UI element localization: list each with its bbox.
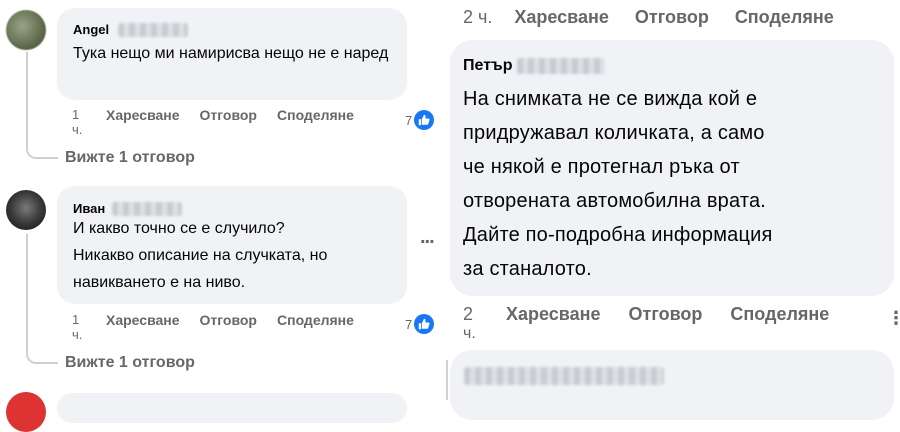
see-replies-link[interactable]: Вижте 1 отговор xyxy=(65,149,195,167)
blurred-surname xyxy=(516,57,605,74)
comment-text-line: И какво точно се е случило? xyxy=(73,220,285,237)
reply-button[interactable]: Отговор xyxy=(629,304,703,325)
avatar[interactable] xyxy=(6,190,46,230)
like-button[interactable]: Харесване xyxy=(106,312,180,328)
comment-text-line: Никакво описание на случката, но xyxy=(73,247,328,264)
comment-text: Тука нещо ми намирисва нещо не е наред xyxy=(73,45,389,62)
comment-bubble xyxy=(450,350,894,420)
comment-text: На снимката не се вижда кой е придружава… xyxy=(463,88,773,280)
share-button[interactable]: Споделяне xyxy=(277,312,354,328)
comment-bubble: Иван И какво точно се е случило? Никакво… xyxy=(57,186,407,304)
avatar[interactable] xyxy=(6,392,46,432)
blurred-author-name xyxy=(464,367,664,385)
like-count[interactable]: 7 xyxy=(405,314,435,334)
comment-bubble: Angel Тука нещо ми намирисва нещо не е н… xyxy=(57,8,407,100)
share-button[interactable]: Споделяне xyxy=(277,107,354,123)
comment-actions: Харесване Отговор Споделяне xyxy=(106,312,354,328)
share-button[interactable]: Споделяне xyxy=(730,304,829,325)
comment-time[interactable]: 2 ч. xyxy=(463,7,492,28)
like-thumb-icon xyxy=(414,314,435,334)
reply-button[interactable]: Отговор xyxy=(635,7,709,28)
more-dots-icon[interactable]: ⋮ xyxy=(887,308,900,329)
like-button[interactable]: Харесване xyxy=(514,7,609,28)
reply-button[interactable]: Отговор xyxy=(200,312,257,328)
like-count[interactable]: 7 xyxy=(405,110,435,130)
comment-actions: Харесване Отговор Споделяне xyxy=(106,107,354,123)
blurred-surname xyxy=(117,22,188,37)
comment-actions: Харесване Отговор Споделяне xyxy=(506,304,829,325)
comment-bubble xyxy=(57,393,407,423)
like-thumb-icon xyxy=(414,110,435,130)
comment-text-line: навикването е на ниво. xyxy=(73,274,246,291)
avatar[interactable] xyxy=(6,10,46,50)
share-button[interactable]: Споделяне xyxy=(735,7,834,28)
comment-actions: 2 ч. Харесване Отговор Споделяне xyxy=(463,7,834,28)
comment-author[interactable]: Angel xyxy=(73,22,109,37)
more-dots-icon[interactable]: ... xyxy=(420,226,435,249)
comment-author[interactable]: Петър xyxy=(463,57,512,74)
thread-connector xyxy=(26,234,58,364)
thread-connector xyxy=(26,52,58,159)
like-button[interactable]: Харесване xyxy=(506,304,601,325)
thread-connector xyxy=(446,360,448,400)
comment-bubble: Петър На снимката не се вижда кой е прид… xyxy=(450,40,894,296)
comment-time[interactable]: 1 ч. xyxy=(72,107,86,137)
reply-button[interactable]: Отговор xyxy=(200,107,257,123)
comment-time[interactable]: 2 ч. xyxy=(463,304,476,344)
comment-author[interactable]: Иван xyxy=(73,201,105,216)
see-replies-link[interactable]: Вижте 1 отговор xyxy=(65,354,195,372)
comment-time[interactable]: 1 ч. xyxy=(72,312,86,342)
blurred-surname xyxy=(111,201,182,216)
like-button[interactable]: Харесване xyxy=(106,107,180,123)
